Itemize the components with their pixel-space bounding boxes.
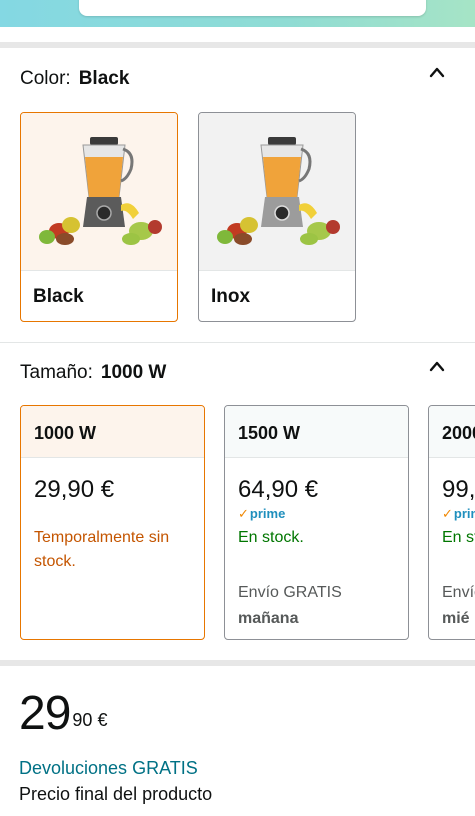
product-price: 29 90 € (19, 690, 107, 738)
search-bar[interactable] (79, 0, 426, 16)
price-whole: 29 (19, 687, 71, 740)
blender-image (217, 137, 340, 245)
blender-image (39, 137, 162, 245)
color-option-label: Inox (211, 286, 251, 307)
color-selector-header[interactable]: Color: Black (20, 68, 129, 90)
size-option-header: 1000 W (21, 406, 204, 458)
shipping-day: mañana (238, 610, 299, 627)
size-option-label: 1000 W (34, 423, 97, 443)
size-selected-value: 1000 W (100, 362, 167, 383)
card-divider (199, 270, 355, 271)
shipping-label: Envío (442, 584, 475, 601)
size-option-label: 2000 W (442, 423, 475, 443)
product-image (199, 113, 355, 270)
size-option-price: 99, (442, 476, 475, 503)
color-option-inox[interactable]: Inox (198, 112, 356, 322)
chevron-up-icon[interactable] (429, 360, 445, 374)
size-option-price: 29,90 € (34, 476, 115, 503)
check-icon: ✓ (442, 506, 453, 521)
size-option-2000w[interactable]: 2000 W 99, ✓prime En st Envío mié (428, 405, 475, 640)
availability-status: En st (442, 529, 475, 546)
size-option-header: 1500 W (225, 406, 408, 458)
color-selected-value: Black (78, 68, 130, 89)
section-divider (0, 342, 475, 343)
free-returns-link[interactable]: Devoluciones GRATIS (19, 758, 198, 779)
color-label: Color: (20, 68, 71, 89)
prime-badge: ✓prime (238, 506, 286, 521)
check-icon: ✓ (238, 506, 249, 521)
product-variations-page: Color: Black Black Inox Tamaño: 1000 W 1… (0, 0, 475, 816)
shipping-info: Envío mié (442, 580, 475, 632)
card-divider (21, 270, 177, 271)
size-option-price: 64,90 € (238, 476, 319, 503)
size-option-1000w[interactable]: 1000 W 29,90 € Temporalmente sin stock. (20, 405, 205, 640)
final-price-note: Precio final del producto (19, 784, 213, 804)
section-divider (0, 42, 475, 48)
availability-status: Temporalmente sin stock. (34, 529, 170, 570)
price-fraction: 90 € (72, 710, 108, 730)
size-option-1500w[interactable]: 1500 W 64,90 € ✓prime En stock. Envío GR… (224, 405, 409, 640)
color-option-black[interactable]: Black (20, 112, 178, 322)
shipping-info: Envío GRATIS mañana (238, 580, 342, 632)
size-label: Tamaño: (20, 362, 93, 383)
availability-status: En stock. (238, 529, 304, 546)
prime-badge: ✓prime (442, 506, 475, 521)
product-image (21, 113, 177, 270)
size-option-label: 1500 W (238, 423, 301, 443)
color-option-label: Black (33, 286, 84, 307)
shipping-label: Envío GRATIS (238, 584, 342, 601)
section-divider (0, 660, 475, 666)
chevron-up-icon[interactable] (429, 66, 445, 80)
size-option-header: 2000 W (429, 406, 475, 458)
header-strip (0, 0, 475, 27)
size-selector-header[interactable]: Tamaño: 1000 W (20, 362, 166, 384)
shipping-day: mié (442, 610, 470, 627)
